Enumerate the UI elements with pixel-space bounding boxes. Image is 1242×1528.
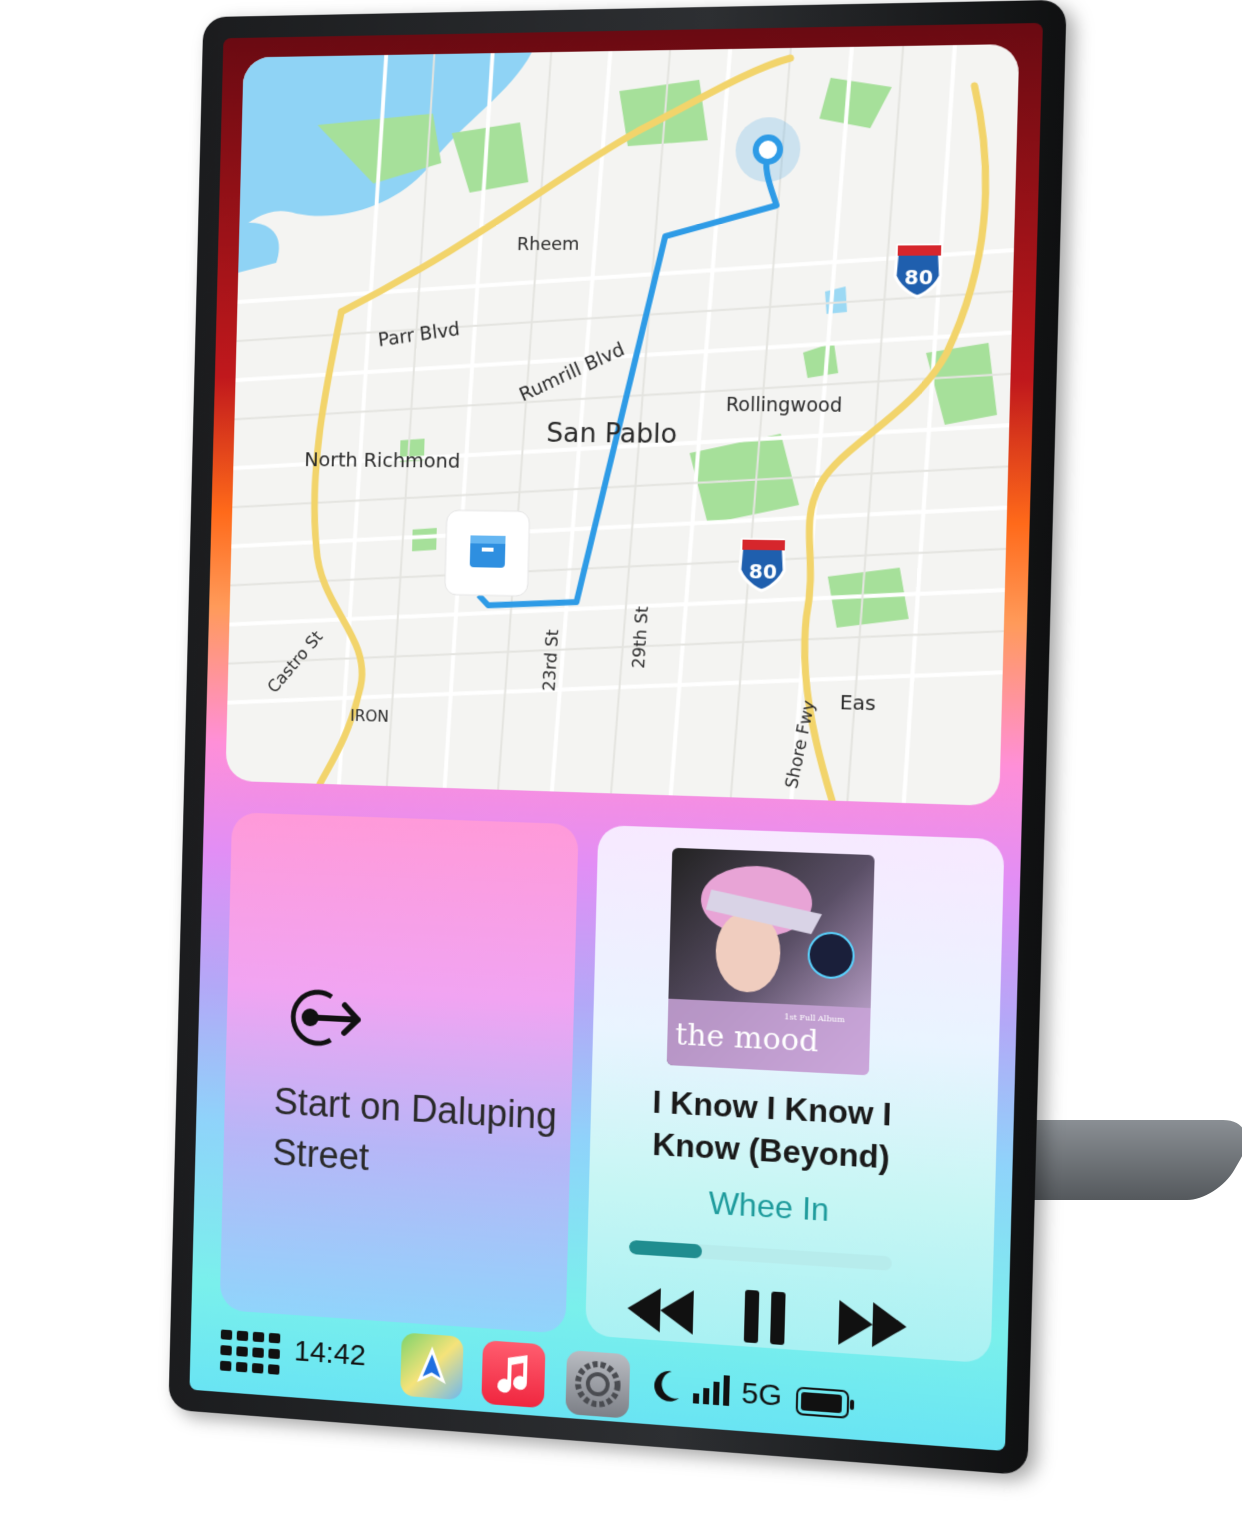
clock-time: 14:42	[293, 1334, 367, 1373]
carplay-device: 80 80 Rheem Parr Blvd Rumrill Blvd San P…	[30, 0, 1152, 1476]
now-playing-card[interactable]: IN the mood 1st Full Album I Know I Know…	[585, 825, 1005, 1364]
svg-text:Parr Blvd: Parr Blvd	[377, 319, 461, 352]
song-title: I Know I Know I Know (Beyond)	[651, 1083, 893, 1176]
destination-marker[interactable]	[445, 510, 530, 596]
svg-text:23rd St: 23rd St	[539, 628, 562, 691]
maps-app-icon[interactable]	[400, 1332, 464, 1401]
app-grid-icon[interactable]	[219, 1329, 283, 1375]
interstate-shield-1: 80	[895, 245, 942, 296]
fast-forward-icon[interactable]	[836, 1292, 909, 1358]
music-app-icon[interactable]	[481, 1340, 546, 1409]
map-panel[interactable]: 80 80 Rheem Parr Blvd Rumrill Blvd San P…	[225, 43, 1020, 807]
svg-text:Rollingwood: Rollingwood	[726, 394, 843, 417]
playback-progress-bar[interactable]	[628, 1239, 892, 1271]
carplay-screen: 80 80 Rheem Parr Blvd Rumrill Blvd San P…	[189, 22, 1043, 1452]
artist-name: Whee In	[708, 1184, 830, 1229]
network-type: 5G	[741, 1376, 783, 1413]
interstate-shield-2: 80	[739, 540, 785, 591]
svg-text:IRON: IRON	[350, 707, 389, 726]
map-canvas: 80 80 Rheem Parr Blvd Rumrill Blvd San P…	[225, 44, 1019, 806]
album-art[interactable]: IN the mood 1st Full Album	[666, 847, 875, 1076]
playback-progress-fill	[628, 1239, 702, 1259]
start-route-icon	[281, 981, 368, 1056]
signal-icon	[692, 1375, 730, 1406]
svg-text:Rheem: Rheem	[517, 234, 580, 255]
navigation-instruction: Start on Daluping Street	[272, 1081, 558, 1180]
pause-icon[interactable]	[730, 1285, 802, 1350]
svg-text:Eas: Eas	[839, 690, 876, 715]
rewind-icon[interactable]	[625, 1278, 696, 1343]
battery-icon	[796, 1387, 855, 1422]
moon-icon	[653, 1370, 680, 1403]
svg-text:29th St: 29th St	[629, 605, 652, 669]
svg-text:80: 80	[904, 265, 933, 289]
svg-text:80: 80	[749, 560, 778, 584]
navigation-card[interactable]: Start on Daluping Street	[219, 812, 579, 1334]
svg-text:Rumrill Blvd: Rumrill Blvd	[516, 339, 628, 406]
svg-text:North Richmond: North Richmond	[304, 448, 460, 473]
svg-text:San Pablo: San Pablo	[546, 418, 678, 450]
settings-app-icon[interactable]	[565, 1350, 631, 1419]
